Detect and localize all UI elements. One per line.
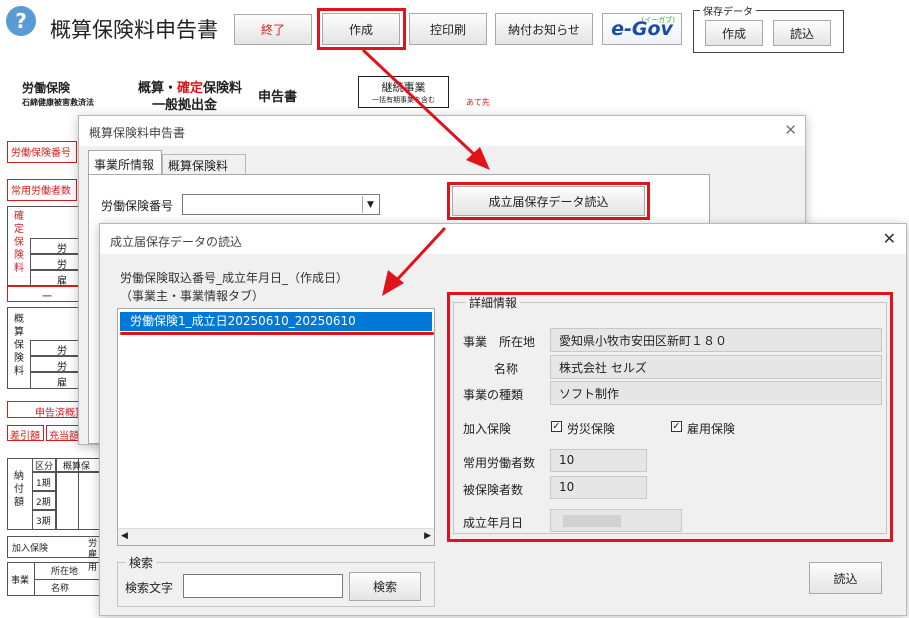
search-label: 検索文字 [125,581,174,595]
confirmed-row-1: 労 [30,238,79,255]
business-type-label: 事業の種類 [463,388,524,402]
list-item-underline [120,332,434,335]
insurance-number-select[interactable]: ▼ [182,194,380,215]
declared-estimate-label: 申告済概算 [7,401,85,419]
print-copy-button[interactable]: 控印刷 [409,13,487,45]
list-header-line1: 労働保険取込番号_成立年月日_（作成日） [120,271,349,285]
regular-workers-label: 常用労働者数 [463,456,536,470]
continuous-business-box: 継続事業 一括有期事業を含む [358,76,449,108]
insured-count-label: 被保険者数 [463,483,524,497]
scroll-left-icon[interactable]: ◀ [121,531,128,541]
saved-create-button[interactable]: 作成 [705,20,763,46]
business-type-field: ソフト制作 [550,381,882,405]
page-title: 概算保険料申告書 [50,18,218,42]
load-button[interactable]: 読込 [809,562,882,594]
insurance-number-label: 労働保険番号 [7,141,77,163]
established-date-label: 成立年月日 [463,516,524,530]
dropdown-arrow-icon: ▼ [362,196,378,213]
business-block: 事業 所在地 名称 [7,562,102,596]
period-3: 3期 [32,510,56,530]
horizontal-scrollbar[interactable]: ◀ ▶ [118,528,434,545]
search-group: 検索 検索文字 検索 [117,554,435,607]
estimated-row-3: 雇 [30,372,79,389]
estimated-row-2: 労 [30,356,79,373]
joined-insurance-label: 加入保険 [463,422,512,436]
saved-data-group: 保存データ 作成 読込 [693,3,844,53]
search-input[interactable] [183,574,343,598]
period-2: 2期 [32,491,56,510]
insurance-number-field-label: 労働保険番号 [101,199,174,213]
refund-label: 充当額 [46,425,79,442]
estimated-col-label: 概算保険料 [14,314,24,377]
form-heading-asbestos: 石綿健康被害救済法 [22,98,94,107]
general-contribution-row: 一 [7,286,79,303]
estimated-row-1: 労 [30,340,79,357]
confirmed-col-label: 確定保険料 [14,211,24,274]
exit-button[interactable]: 終了 [234,14,312,45]
help-icon[interactable]: ? [6,6,36,36]
address-field: 愛知県小牧市安田区新町１８０ [550,328,882,352]
regular-workers-label: 常用労働者数 [7,179,77,201]
tab-estimated-premium[interactable]: 概算保険料 [162,154,246,174]
regular-workers-field: 10 [550,449,647,472]
load-data-dialog-titlebar: 成立届保存データの読込 ✕ [100,224,906,254]
period-values [56,472,100,530]
estimate-dialog-titlebar: 概算保険料申告書 ✕ [79,116,805,146]
name-field: 株式会社 セルズ [550,355,882,379]
create-button[interactable]: 作成 [322,13,400,45]
search-button[interactable]: 検索 [349,572,421,601]
addressee-label: あて先 [466,98,490,107]
name-label: 名称 [494,362,519,376]
form-heading-labor: 労働保険 [22,81,71,95]
deduct-label: 差引額 [7,425,44,442]
confirmed-row-2: 労 [30,254,79,271]
established-date-field [550,509,682,532]
scroll-right-icon[interactable]: ▶ [424,531,431,541]
workers-comp-label: 労災保険 [567,422,616,436]
workers-comp-checkbox[interactable]: ✓ [551,421,562,432]
payment-notice-button[interactable]: 納付お知らせ [495,13,593,45]
business-name-cell: 名称 [34,579,102,596]
period-1: 1期 [32,472,56,491]
close-icon[interactable]: ✕ [784,121,797,139]
confirmed-row-3: 雇 [30,270,79,287]
form-heading-declaration: 申告書 [258,90,298,105]
tab-business-info[interactable]: 事業所情報 [88,150,162,174]
saved-data-list[interactable]: 労働保険1_成立日20250610_20250610 ◀ ▶ [117,308,435,546]
payment-col-label: 納付額 [14,471,24,508]
insured-count-field: 10 [550,476,647,499]
close-icon[interactable]: ✕ [883,229,896,248]
saved-load-button[interactable]: 読込 [773,20,831,46]
load-established-data-button[interactable]: 成立届保存データ読込 [452,186,645,216]
list-header-line2: （事業主・事業情報タブ） [120,289,265,303]
term-header-2: 概算保 [56,458,100,472]
business-address-cell: 所在地 [34,563,102,580]
redacted-value [563,515,621,527]
term-header: 区分 [32,458,56,472]
egov-button[interactable]: e-Gov (イーガブ) [602,13,682,45]
egov-small-label: (イーガブ) [641,16,675,24]
employment-label: 雇用保険 [687,422,736,436]
form-heading-contribution: 一般拠出金 [152,98,218,113]
list-item[interactable]: 労働保険1_成立日20250610_20250610 [120,312,432,331]
load-data-dialog: 成立届保存データの読込 ✕ 労働保険取込番号_成立年月日_（作成日） （事業主・… [99,223,907,616]
joined-insurance-row: 加入保険 労 雇用 [7,536,100,573]
address-label: 事業 所在地 [463,335,536,349]
employment-checkbox[interactable]: ✓ [671,421,682,432]
